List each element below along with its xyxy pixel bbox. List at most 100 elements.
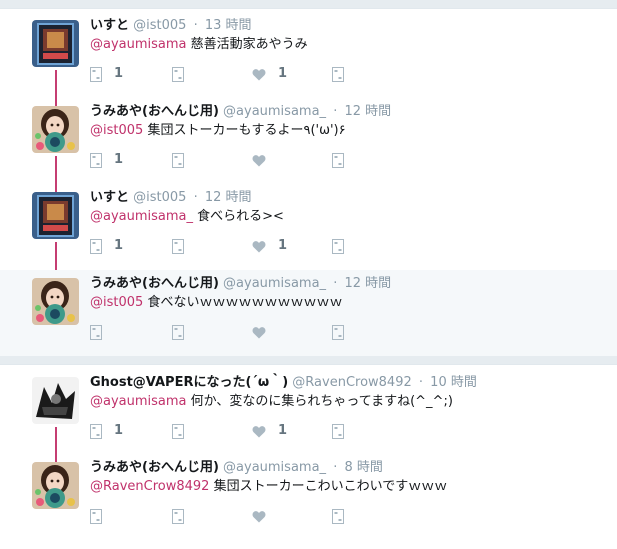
heart-icon [252, 510, 266, 523]
mention-link[interactable]: @ist005 [90, 295, 143, 310]
more-button[interactable] [332, 152, 344, 168]
heart-icon [252, 68, 266, 81]
retweet-button[interactable] [172, 324, 184, 340]
display-name[interactable]: うみあや(おへんじ用) [90, 104, 219, 119]
tweet[interactable]: うみあや(おへんじ用) @ayaumisama_ · 12 時間 @ist005… [0, 98, 617, 192]
tweet-text: @ist005 集団ストーカーもするよー٩('ω')۶ [90, 122, 346, 140]
timestamp[interactable]: 12 時間 [205, 190, 252, 205]
tweet-body: 食べられる>< [197, 209, 284, 224]
timestamp[interactable]: 12 時間 [344, 276, 391, 291]
retweet-icon [172, 238, 184, 254]
tweet[interactable]: うみあや(おへんじ用) @ayaumisama_ · 12 時間 @ist005… [0, 270, 617, 356]
username[interactable]: @ayaumisama_ [223, 104, 326, 119]
display-name[interactable]: いすと [90, 18, 129, 33]
heart-icon [252, 154, 266, 167]
display-name[interactable]: うみあや(おへんじ用) [90, 276, 219, 291]
retweet-button[interactable] [172, 238, 184, 254]
separator-dot: · [418, 375, 424, 390]
username[interactable]: @ayaumisama_ [223, 460, 326, 475]
like-button[interactable] [252, 152, 278, 168]
separator-dot: · [333, 104, 338, 119]
mention-link[interactable]: @ayaumisama [90, 37, 187, 52]
tweet-header: うみあや(おへんじ用) @ayaumisama_ · 12 時間 [90, 103, 391, 121]
timestamp[interactable]: 10 時間 [430, 375, 477, 390]
tweet-text: @ayaumisama 何か、変なのに集られちゃってますね(^_^;) [90, 393, 453, 411]
reply-count: 1 [114, 152, 124, 167]
more-button[interactable] [332, 66, 344, 82]
book-cover-avatar[interactable] [32, 20, 79, 67]
separator-dot: · [193, 18, 198, 33]
reply-button[interactable]: 1 [90, 152, 123, 168]
mention-link[interactable]: @RavenCrow8492 [90, 479, 209, 494]
display-name[interactable]: Ghost@VAPERになった(´ω｀) [90, 375, 288, 390]
retweet-icon [172, 508, 184, 524]
tweet-body: 何か、変なのに集られちゃってますね(^_^;) [190, 394, 453, 409]
girl-avatar[interactable] [32, 278, 79, 325]
reply-count: 1 [114, 423, 124, 438]
tweet-body: 慈善活動家あやうみ [190, 37, 308, 52]
like-button[interactable]: 1 [252, 238, 287, 254]
tweet-header: うみあや(おへんじ用) @ayaumisama_ · 8 時間 [90, 459, 383, 477]
reply-icon [90, 324, 102, 340]
tweet-actions [90, 324, 360, 340]
username[interactable]: @ayaumisama_ [223, 276, 326, 291]
timestamp[interactable]: 13 時間 [205, 18, 252, 33]
mention-link[interactable]: @ayaumisama_ [90, 209, 193, 224]
tweet-header: うみあや(おへんじ用) @ayaumisama_ · 12 時間 [90, 275, 391, 293]
reply-icon [90, 152, 102, 168]
more-icon [332, 152, 344, 168]
more-icon [332, 238, 344, 254]
display-name[interactable]: いすと [90, 190, 129, 205]
tweet-actions: 1 1 [90, 66, 360, 82]
monochrome-avatar[interactable] [32, 377, 79, 424]
more-button[interactable] [332, 238, 344, 254]
more-button[interactable] [332, 423, 344, 439]
reply-button[interactable]: 1 [90, 66, 123, 82]
display-name[interactable]: うみあや(おへんじ用) [90, 460, 219, 475]
username[interactable]: @RavenCrow8492 [292, 375, 411, 390]
username[interactable]: @ist005 [133, 18, 186, 33]
more-button[interactable] [332, 324, 344, 340]
tweet-text: @ist005 食べないｗｗｗｗｗｗｗｗｗｗｗ [90, 294, 342, 312]
reply-button[interactable] [90, 324, 114, 340]
girl-avatar[interactable] [32, 106, 79, 153]
tweet-actions: 1 [90, 152, 360, 168]
tweet[interactable]: いすと @ist005 · 13 時間 @ayaumisama 慈善活動家あやう… [0, 12, 617, 106]
reply-icon [90, 238, 102, 254]
more-button[interactable] [332, 508, 344, 524]
book-cover-avatar[interactable] [32, 192, 79, 239]
reply-button[interactable] [90, 508, 114, 524]
timestamp[interactable]: 12 時間 [344, 104, 391, 119]
mention-link[interactable]: @ayaumisama [90, 394, 187, 409]
mention-link[interactable]: @ist005 [90, 123, 143, 138]
like-count: 1 [278, 66, 288, 81]
timestamp[interactable]: 8 時間 [344, 460, 382, 475]
separator-dot: · [333, 276, 338, 291]
retweet-icon [172, 324, 184, 340]
retweet-icon [172, 66, 184, 82]
more-icon [332, 66, 344, 82]
retweet-button[interactable] [172, 152, 184, 168]
like-count: 1 [278, 238, 288, 253]
like-button[interactable]: 1 [252, 66, 287, 82]
girl-avatar[interactable] [32, 462, 79, 509]
tweet-actions: 1 1 [90, 423, 360, 439]
like-button[interactable] [252, 508, 278, 524]
retweet-button[interactable] [172, 423, 184, 439]
tweet-header: Ghost@VAPERになった(´ω｀) @RavenCrow8492 · 10… [90, 374, 477, 392]
like-button[interactable] [252, 324, 278, 340]
separator-dot: · [333, 460, 338, 475]
heart-icon [252, 326, 266, 339]
separator-dot: · [193, 190, 198, 205]
tweet-body: 集団ストーカーこわいこわいですｗｗｗ [213, 479, 448, 494]
like-button[interactable]: 1 [252, 423, 287, 439]
retweet-button[interactable] [172, 508, 184, 524]
tweet[interactable]: うみあや(おへんじ用) @ayaumisama_ · 8 時間 @RavenCr… [0, 454, 617, 540]
tweet[interactable]: Ghost@VAPERになった(´ω｀) @RavenCrow8492 · 10… [0, 369, 617, 462]
username[interactable]: @ist005 [133, 190, 186, 205]
reply-button[interactable]: 1 [90, 423, 123, 439]
tweet[interactable]: いすと @ist005 · 12 時間 @ayaumisama_ 食べられる><… [0, 184, 617, 278]
tweet-actions: 1 1 [90, 238, 360, 254]
reply-button[interactable]: 1 [90, 238, 123, 254]
retweet-button[interactable] [172, 66, 184, 82]
